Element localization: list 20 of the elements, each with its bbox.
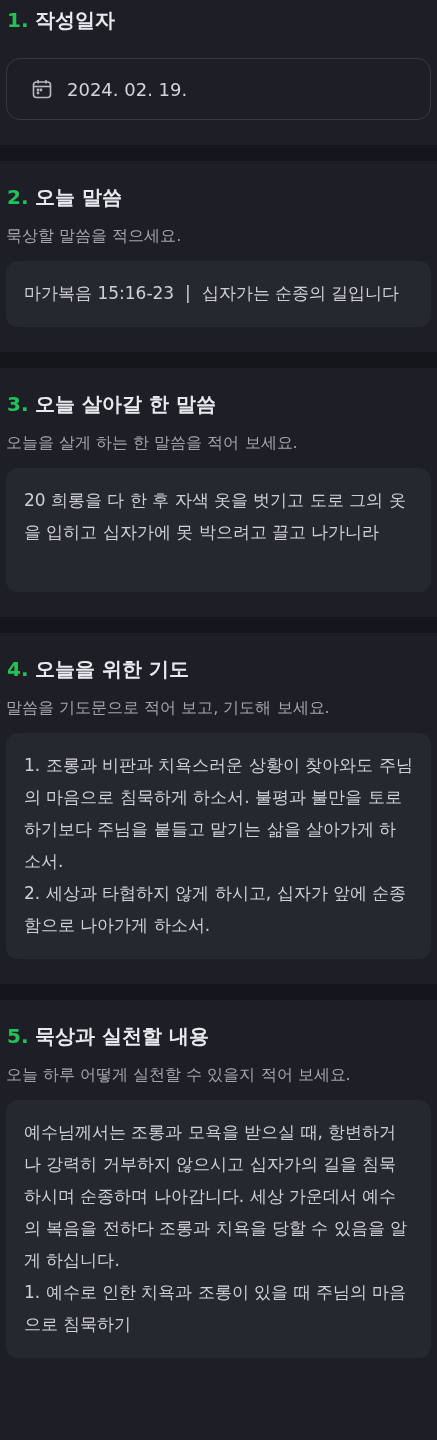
section-number: 2. bbox=[7, 185, 29, 209]
section-description: 묵상할 말씀을 적으세요. bbox=[6, 225, 183, 247]
answer-field[interactable]: 마가복음 15:16-23 | 십자가는 순종의 길입니다 bbox=[6, 261, 431, 327]
section-number: 1. bbox=[7, 8, 29, 32]
section-description: 오늘을 살게 하는 한 말씀을 적어 보세요. bbox=[6, 432, 299, 454]
section-title: 작성일자 bbox=[35, 8, 116, 32]
calendar-icon bbox=[31, 78, 53, 100]
section-title: 오늘을 위한 기도 bbox=[35, 657, 190, 681]
answer-field[interactable]: 20 희롱을 다 한 후 자색 옷을 벗기고 도로 그의 옷을 입히고 십자가에 못 박으려고 끌고 나가니라 bbox=[6, 468, 431, 592]
section-number: 5. bbox=[7, 1024, 29, 1048]
section-title: 오늘 말씀 bbox=[35, 185, 123, 209]
date-field[interactable]: 2024. 02. 19. bbox=[6, 58, 431, 120]
section-title: 묵상과 실천할 내용 bbox=[35, 1024, 210, 1048]
section-number: 4. bbox=[7, 657, 29, 681]
answer-field[interactable]: 예수님께서는 조롱과 모욕을 받으실 때, 항변하거나 강력히 거부하지 않으시고 십자가의 길을 침묵하시며 순종하며 나아갑니다. 세상 가운데서 예수의 복음을 전하다 조롱과 치욕을 당할 수 있음을 알게 하십니다. 1. 예수로 인한 치욕과 조롱이 있을 때 주님의 마음으로 침묵하기 bbox=[6, 1100, 431, 1358]
section-description: 말씀을 기도문으로 적어 보고, 기도해 보세요. bbox=[6, 697, 331, 719]
section-number: 3. bbox=[7, 392, 29, 416]
section-title: 오늘 살아갈 한 말씀 bbox=[35, 392, 217, 416]
answer-field[interactable]: 1. 조롱과 비판과 치욕스러운 상황이 찾아와도 주님의 마음으로 침묵하게 하소서. 불평과 불만을 토로하기보다 주님을 붙들고 맡기는 삶을 살아가게 하소서. 2. 세상과 타협하지 않게 하시고, 십자가 앞에 순종함으로 나아가게 하소서. bbox=[6, 733, 431, 959]
section-description: 오늘 하루 어떻게 실천할 수 있을지 적어 보세요. bbox=[6, 1064, 352, 1086]
